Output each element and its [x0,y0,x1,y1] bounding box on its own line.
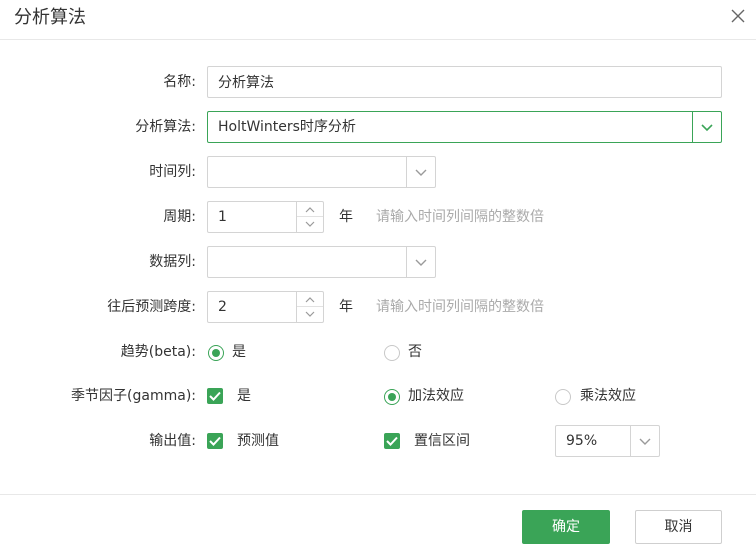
forecast-span-unit: 年 [339,299,353,315]
forecast-span-hint: 请输入时间列间隔的整数倍 [376,299,544,315]
trend-label: 趋势(beta): [120,344,196,360]
close-icon[interactable] [728,6,748,26]
chevron-up-icon [305,207,315,213]
dialog-header: 分析算法 [0,0,756,40]
forecast-span-stepper-buttons [296,292,323,322]
confidence-level-value: 95% [566,433,598,449]
output-label: 输出值: [149,433,196,449]
algorithm-label: 分析算法: [135,119,196,135]
period-increment-button[interactable] [297,202,323,217]
period-stepper-buttons [296,202,323,232]
seasonal-checkbox[interactable] [207,388,223,404]
algorithm-select[interactable]: HoltWinters时序分析 [207,111,722,143]
forecast-span-increment-button[interactable] [297,292,323,307]
name-input[interactable] [207,66,722,98]
confidence-interval-checkbox[interactable] [384,433,400,449]
seasonal-additive-radio[interactable] [384,389,400,405]
forecast-span-decrement-button[interactable] [297,307,323,322]
chevron-up-icon [305,297,315,303]
period-decrement-button[interactable] [297,217,323,232]
data-column-dropdown-button[interactable] [406,247,435,277]
trend-no-radio[interactable] [384,345,400,361]
check-icon [386,436,398,446]
confidence-level-select[interactable]: 95% [555,425,660,457]
trend-no-label: 否 [408,344,422,360]
seasonal-multiplicative-radio[interactable] [555,389,571,405]
trend-yes-label: 是 [232,344,246,360]
time-column-dropdown-button[interactable] [406,157,435,187]
chevron-down-icon [415,169,427,176]
name-label: 名称: [163,74,196,90]
period-value: 1 [218,209,227,225]
confidence-interval-label: 置信区间 [414,433,470,449]
chevron-down-icon [415,259,427,266]
chevron-down-icon [305,221,315,227]
analysis-algorithm-dialog: 分析算法 名称: 分析算法: HoltWinters时序分析 时间列: 周期: … [0,0,756,555]
forecast-span-value: 2 [218,299,227,315]
period-stepper[interactable]: 1 [207,201,324,233]
chevron-down-icon [639,438,651,445]
period-unit: 年 [339,209,353,225]
seasonal-checkbox-label: 是 [237,388,251,404]
dialog-title: 分析算法 [14,7,86,28]
forecast-span-stepper[interactable]: 2 [207,291,324,323]
confirm-button[interactable]: 确定 [522,510,610,544]
forecast-value-checkbox[interactable] [207,433,223,449]
time-column-label: 时间列: [149,164,196,180]
forecast-span-label: 往后预测跨度: [107,299,196,315]
chevron-down-icon [305,311,315,317]
cancel-button[interactable]: 取消 [635,510,722,544]
trend-yes-radio[interactable] [208,345,224,361]
check-icon [209,391,221,401]
footer-divider [0,494,756,495]
period-label: 周期: [163,209,196,225]
seasonal-additive-label: 加法效应 [408,388,464,404]
confidence-level-dropdown-button[interactable] [630,426,659,456]
algorithm-dropdown-button[interactable] [692,112,721,142]
algorithm-select-value: HoltWinters时序分析 [218,119,356,135]
seasonal-label: 季节因子(gamma): [71,388,196,404]
check-icon [209,436,221,446]
time-column-select[interactable] [207,156,436,188]
forecast-value-label: 预测值 [237,433,279,449]
chevron-down-icon [701,124,713,132]
period-hint: 请输入时间列间隔的整数倍 [376,209,544,225]
data-column-label: 数据列: [149,254,196,270]
seasonal-multiplicative-label: 乘法效应 [580,388,636,404]
data-column-select[interactable] [207,246,436,278]
